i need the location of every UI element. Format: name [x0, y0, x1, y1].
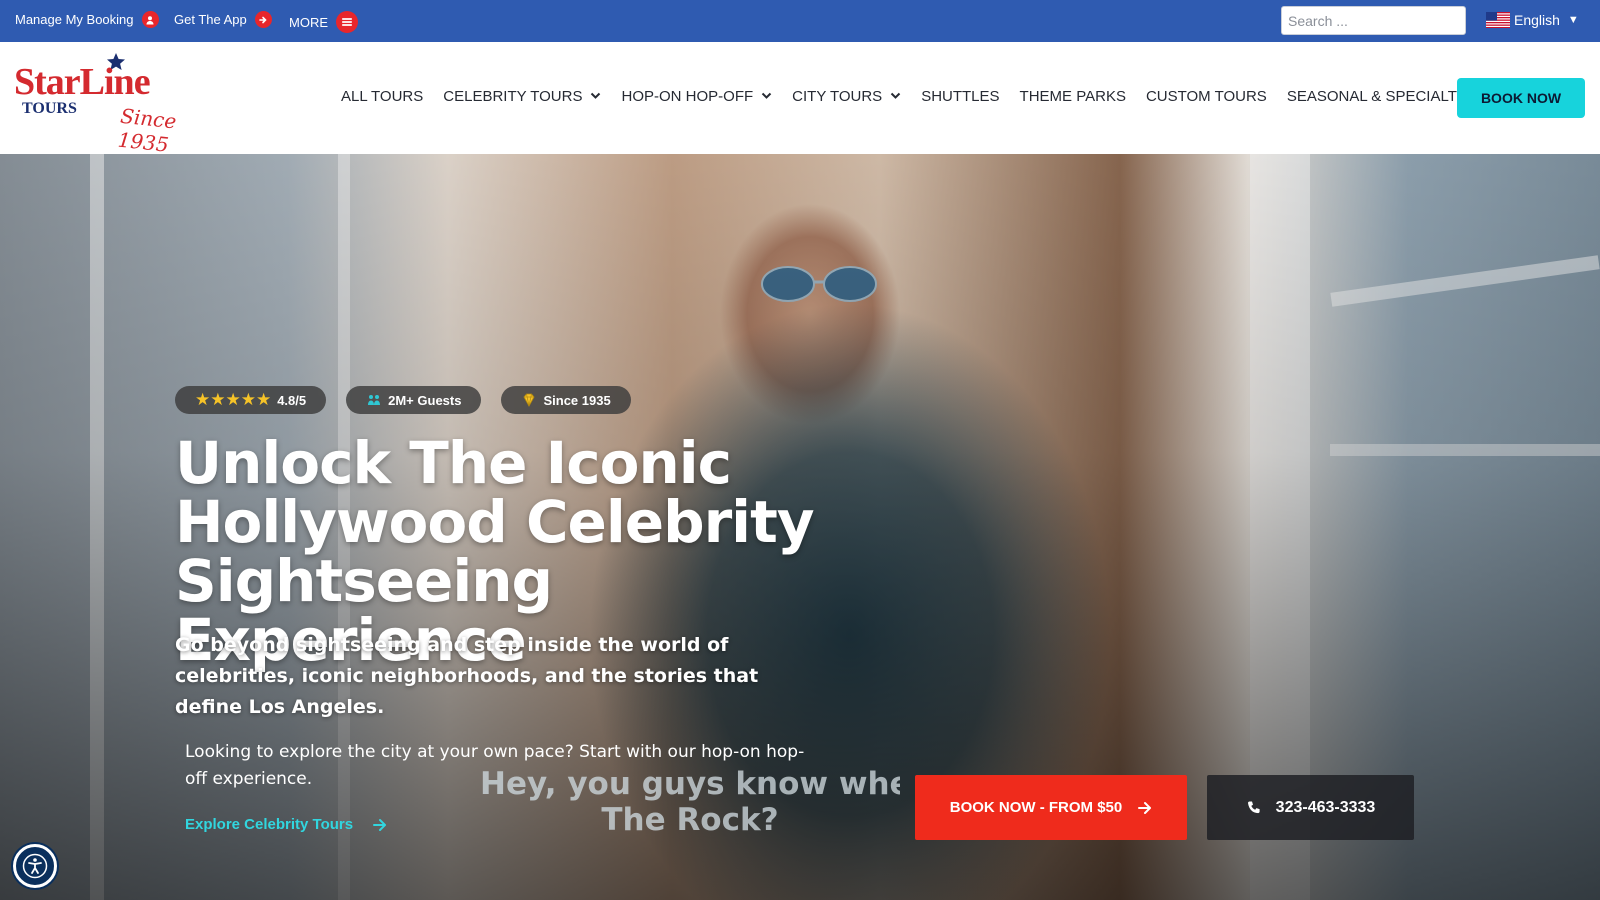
caret-down-icon: ▼ [1567, 14, 1579, 26]
logo-tours-text: TOURS [22, 100, 77, 117]
people-icon [368, 395, 381, 405]
hero-book-now-button[interactable]: BOOK NOW - FROM $50 [915, 775, 1187, 840]
more-label: MORE [289, 14, 328, 30]
explore-celebrity-tours-link[interactable]: Explore Celebrity Tours [185, 816, 387, 833]
chevron-down-icon [591, 92, 601, 99]
phone-number: 323-463-3333 [1275, 798, 1376, 816]
get-app-link[interactable]: Get The App [174, 11, 272, 28]
hero-video-section: ★★★★★ 4.8/5 2M+ Guests Since 1935 Unlock… [0, 154, 1600, 900]
more-menu-button[interactable]: MORE [289, 11, 358, 33]
nav-item-shuttles[interactable]: SHUTTLES [921, 88, 999, 105]
main-nav: ALL TOURS CELEBRITY TOURS HOP-ON HOP-OFF… [341, 86, 1543, 106]
since-badge: Since 1935 [501, 386, 631, 414]
nav-item-hop-on-hop-off[interactable]: HOP-ON HOP-OFF [621, 88, 772, 105]
hero-subtitle: Go beyond sightseeing and step inside th… [175, 634, 759, 718]
hero-note: Looking to explore the city at your own … [185, 742, 805, 789]
rating-value: 4.8/5 [277, 392, 307, 408]
us-flag-icon [1486, 12, 1510, 28]
arrow-right-icon [254, 11, 272, 28]
manage-booking-link[interactable]: Manage My Booking [15, 11, 159, 28]
top-utility-bar: Manage My Booking Get The App MORE Engli… [0, 0, 1600, 42]
phone-call-button[interactable]: 323-463-3333 [1207, 775, 1414, 840]
nav-item-label: CELEBRITY TOURS [443, 87, 583, 105]
nav-item-label: HOP-ON HOP-OFF [621, 87, 754, 105]
chevron-down-icon [761, 92, 772, 99]
rating-badge: ★★★★★ 4.8/5 [175, 386, 327, 414]
nav-item-theme-parks[interactable]: THEME PARKS [1020, 88, 1126, 105]
arrow-right-icon [373, 818, 387, 831]
nav-item-city-tours[interactable]: CITY TOURS [792, 88, 901, 105]
since-value: Since 1935 [543, 392, 611, 408]
get-app-label: Get The App [174, 12, 247, 27]
accessibility-widget-button[interactable] [13, 844, 57, 888]
user-icon [141, 11, 159, 28]
video-caption-line: The Rock? [601, 802, 779, 838]
manage-booking-label: Manage My Booking [15, 12, 134, 27]
trust-badges: ★★★★★ 4.8/5 2M+ Guests Since 1935 [175, 386, 631, 414]
chevron-down-icon [890, 92, 901, 99]
guests-value: 2M+ Guests [388, 392, 462, 408]
language-selector[interactable]: English ▼ [1486, 12, 1579, 28]
arrow-right-icon [1138, 801, 1152, 814]
hero-book-now-label: BOOK NOW - FROM $50 [949, 799, 1123, 816]
nav-item-label: SHUTTLES [921, 87, 1000, 105]
main-header: StarLine TOURS Since 1935 ALL TOURS CELE… [0, 42, 1600, 157]
diamond-icon [523, 393, 535, 407]
nav-item-label: ALL TOURS [341, 87, 424, 105]
phone-icon [1247, 801, 1260, 813]
nav-item-label: THEME PARKS [1019, 87, 1126, 105]
explore-link-label: Explore Celebrity Tours [185, 816, 354, 833]
star-rating-icon: ★★★★★ [195, 390, 272, 409]
accessibility-icon [22, 853, 48, 879]
nav-item-all-tours[interactable]: ALL TOURS [341, 88, 423, 105]
header-book-now-button[interactable]: BOOK NOW [1457, 78, 1585, 118]
logo-brand-text: StarLine [14, 61, 151, 103]
hamburger-menu-icon [336, 11, 358, 33]
nav-item-custom-tours[interactable]: CUSTOM TOURS [1146, 88, 1267, 105]
language-label: English [1514, 12, 1560, 28]
guests-badge: 2M+ Guests [346, 386, 482, 414]
logo-since-text: Since 1935 [116, 103, 178, 157]
nav-item-label: CUSTOM TOURS [1145, 87, 1267, 105]
search-input[interactable] [1281, 6, 1466, 35]
nav-item-label: CITY TOURS [792, 87, 883, 105]
starline-logo[interactable]: StarLine TOURS Since 1935 [14, 53, 204, 157]
nav-item-celebrity-tours[interactable]: CELEBRITY TOURS [443, 88, 601, 105]
